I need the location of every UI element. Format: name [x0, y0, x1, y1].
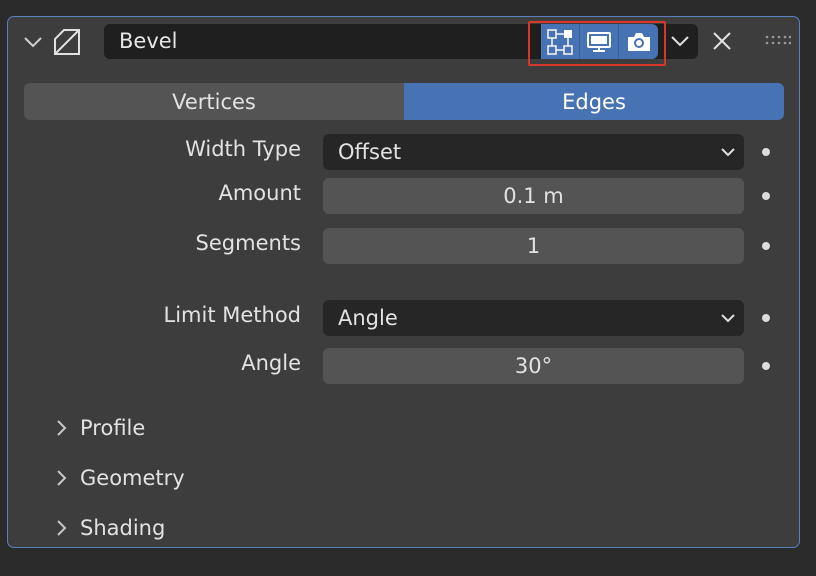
tab-vertices[interactable]: Vertices: [24, 83, 404, 120]
limit-method-label: Limit Method: [163, 303, 302, 327]
tab-edges[interactable]: Edges: [404, 83, 784, 120]
chevron-down-icon: [721, 314, 735, 323]
chevron-right-icon: [57, 420, 67, 436]
subpanel-label: Shading: [80, 516, 166, 540]
angle-label: Angle: [241, 351, 301, 375]
affect-tabs: Vertices Edges: [24, 83, 784, 120]
toggles-highlight: [528, 21, 666, 66]
amount-field[interactable]: 0.1 m: [323, 178, 744, 214]
angle-field[interactable]: 30°: [323, 348, 744, 384]
chevron-right-icon: [57, 470, 67, 486]
subpanel-profile[interactable]: Profile: [54, 413, 145, 443]
bevel-modifier-panel: Bevel Vertices Edges Width Type Offset A…: [7, 16, 800, 548]
width-type-label: Width Type: [185, 137, 301, 161]
subpanel-shading[interactable]: Shading: [54, 513, 165, 543]
keyframe-dot[interactable]: [762, 314, 770, 322]
chevron-down-icon[interactable]: [669, 30, 691, 52]
keyframe-dot[interactable]: [762, 362, 770, 370]
modifier-name-text: Bevel: [119, 29, 178, 53]
bevel-modifier-icon: [54, 29, 80, 55]
segments-field[interactable]: 1: [323, 228, 744, 264]
limit-method-value: Angle: [338, 306, 398, 330]
subpanel-label: Profile: [80, 416, 146, 440]
drag-handle-icon[interactable]: [765, 33, 791, 47]
subpanel-geometry[interactable]: Geometry: [54, 463, 185, 493]
width-type-select[interactable]: Offset: [323, 134, 744, 170]
limit-method-select[interactable]: Angle: [323, 300, 744, 336]
amount-label: Amount: [218, 181, 301, 205]
width-type-value: Offset: [338, 140, 402, 164]
segments-label: Segments: [195, 231, 301, 255]
chevron-down-icon: [721, 148, 735, 157]
keyframe-dot[interactable]: [762, 192, 770, 200]
close-icon[interactable]: [710, 29, 734, 53]
chevron-down-icon[interactable]: [22, 31, 44, 53]
keyframe-dot[interactable]: [762, 242, 770, 250]
keyframe-dot[interactable]: [762, 148, 770, 156]
chevron-right-icon: [57, 520, 67, 536]
subpanel-label: Geometry: [80, 466, 185, 490]
